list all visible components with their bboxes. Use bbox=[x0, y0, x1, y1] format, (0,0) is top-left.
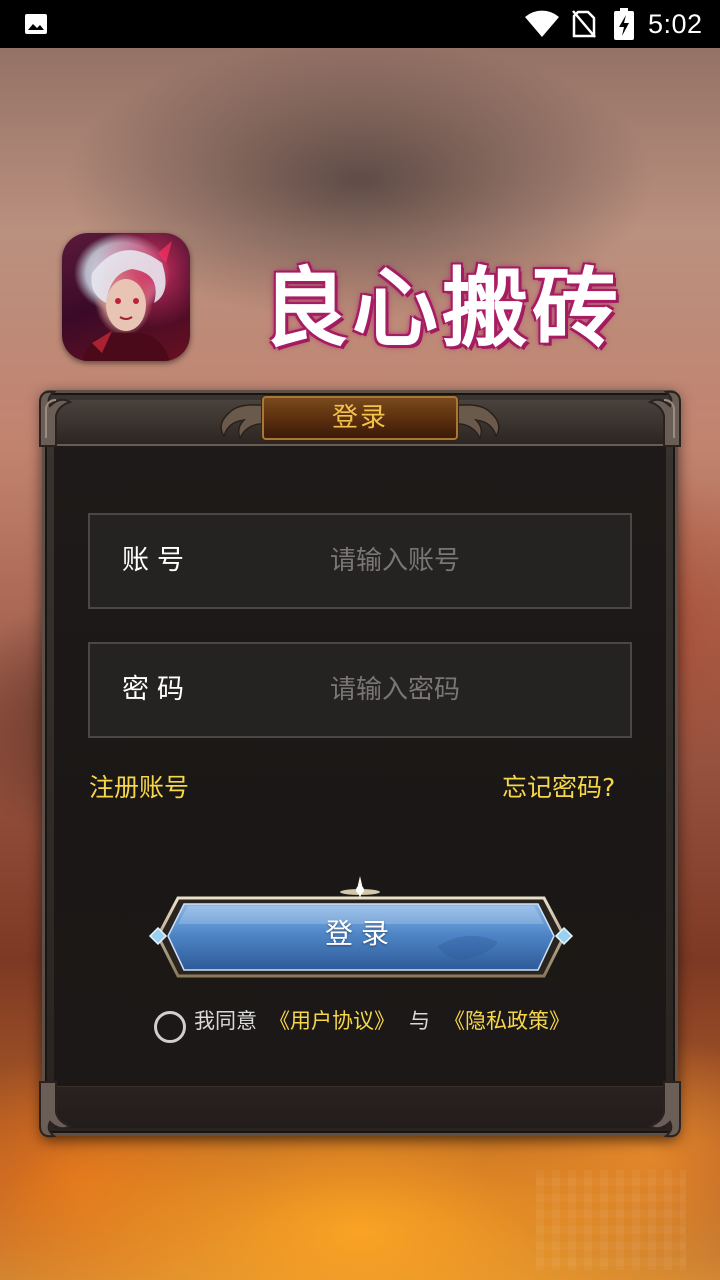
password-label: 密码 bbox=[122, 674, 192, 705]
panel-bottom-band bbox=[54, 1086, 666, 1128]
title-ornament-right-icon bbox=[451, 404, 500, 440]
account-field[interactable]: 账号 bbox=[88, 513, 632, 609]
agreement-and: 与 bbox=[409, 1009, 430, 1033]
register-account-link[interactable]: 注册账号 bbox=[89, 768, 189, 804]
battery-charging-icon bbox=[614, 8, 634, 40]
wifi-icon bbox=[525, 10, 559, 37]
no-sim-icon bbox=[572, 10, 596, 38]
privacy-policy-link[interactable]: 《隐私政策》 bbox=[444, 1009, 570, 1033]
forgot-password-link[interactable]: 忘记密码? bbox=[502, 768, 615, 804]
agreement-text: 我同意 《用户协议》与《隐私政策》 bbox=[194, 1006, 570, 1036]
user-agreement-link[interactable]: 《用户协议》 bbox=[269, 1009, 395, 1033]
account-input[interactable] bbox=[330, 539, 610, 583]
character-portrait-icon bbox=[82, 241, 172, 361]
ornament-corner-icon bbox=[647, 1081, 681, 1138]
app-icon bbox=[62, 233, 190, 361]
title-ornament-left-icon bbox=[220, 404, 269, 440]
password-input[interactable] bbox=[330, 668, 610, 712]
app-title: 良心搬砖 bbox=[262, 259, 622, 359]
ornament-corner-icon bbox=[647, 390, 681, 447]
background-texture bbox=[536, 1170, 686, 1270]
panel-title: 登录 bbox=[331, 403, 388, 433]
ornament-corner-icon bbox=[39, 390, 73, 447]
status-bar: 5:02 bbox=[0, 0, 720, 48]
sparkle-icon bbox=[340, 876, 380, 898]
agreement-lead: 我同意 bbox=[194, 1009, 257, 1033]
status-time: 5:02 bbox=[648, 9, 703, 39]
image-notification-icon bbox=[25, 14, 47, 34]
password-field[interactable]: 密码 bbox=[88, 642, 632, 738]
account-label: 账号 bbox=[122, 545, 192, 576]
agreement-checkbox[interactable] bbox=[154, 1011, 186, 1043]
ornament-corner-icon bbox=[39, 1081, 73, 1138]
